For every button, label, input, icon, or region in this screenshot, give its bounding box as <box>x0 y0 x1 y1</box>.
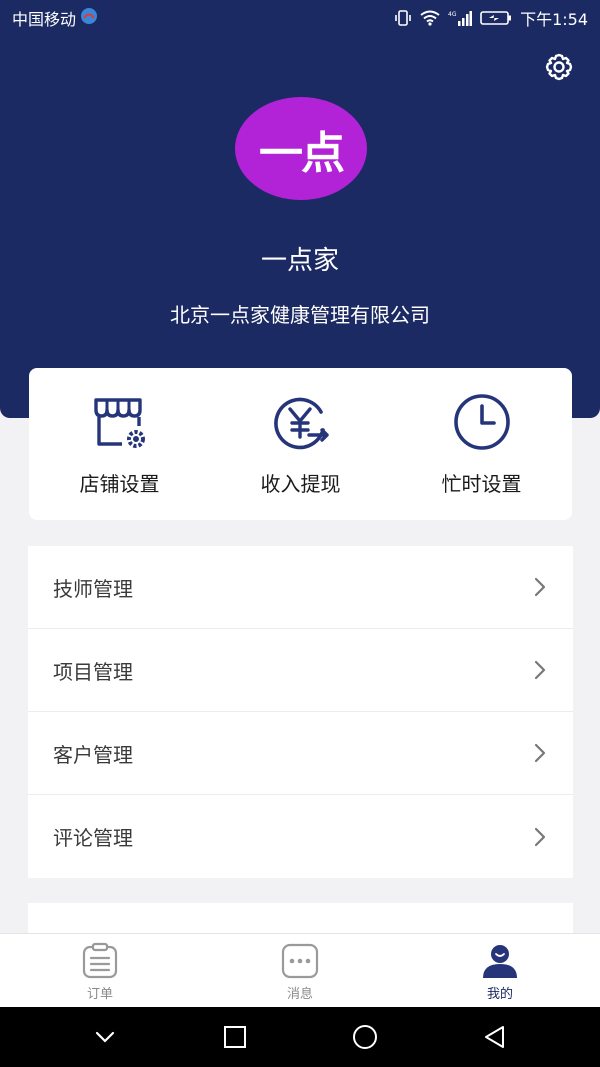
quick-action-label: 收入提现 <box>260 472 341 496</box>
company-name: 北京一点家健康管理有限公司 <box>170 303 430 327</box>
quick-action-label: 忙时设置 <box>441 472 522 496</box>
clock-icon <box>450 390 514 454</box>
home-circle-icon[interactable] <box>335 1007 395 1067</box>
chevron-right-icon <box>533 659 547 681</box>
store-settings-icon <box>88 390 152 454</box>
tab-me[interactable]: 我的 <box>400 934 600 1007</box>
chat-bubble-icon <box>281 942 319 980</box>
tab-label: 消息 <box>286 987 313 1002</box>
avatar[interactable]: 一点 <box>235 97 367 200</box>
battery-charging-icon <box>480 10 512 26</box>
collapse-chevron-icon[interactable] <box>75 1007 135 1067</box>
profile-header: 一点 一点家 北京一点家健康管理有限公司 <box>0 0 600 418</box>
tab-orders[interactable]: 订单 <box>0 934 200 1007</box>
back-triangle-icon[interactable] <box>465 1007 525 1067</box>
quick-action-label: 店铺设置 <box>79 472 160 496</box>
menu-item-label: 客户管理 <box>53 742 133 767</box>
yuan-withdraw-icon <box>269 390 333 454</box>
status-bar: 中国移动 4G 下午1:54 <box>0 0 600 36</box>
recents-square-icon[interactable] <box>205 1007 265 1067</box>
tab-label: 订单 <box>86 987 113 1002</box>
chevron-right-icon <box>533 742 547 764</box>
menu-item-review[interactable]: 评论管理 <box>28 795 573 878</box>
tab-label: 我的 <box>486 987 513 1002</box>
svg-text:4G: 4G <box>448 11 457 18</box>
menu-item-customer[interactable]: 客户管理 <box>28 712 573 795</box>
menu-item-label: 评论管理 <box>53 826 133 850</box>
quick-action-store-settings[interactable]: 店铺设置 <box>29 368 210 520</box>
management-menu: 技师管理 项目管理 客户管理 评论管理 <box>28 546 573 878</box>
bottom-tab-bar: 订单 消息 我的 <box>0 933 600 1007</box>
chevron-right-icon <box>533 576 547 598</box>
status-time: 下午1:54 <box>520 10 588 29</box>
menu-item-label: 项目管理 <box>53 659 133 684</box>
user-icon <box>481 942 519 980</box>
shop-name: 一点家 <box>260 246 339 276</box>
tab-messages[interactable]: 消息 <box>200 934 400 1007</box>
clipboard-icon <box>81 942 119 980</box>
menu-item-technician[interactable]: 技师管理 <box>28 546 573 629</box>
chevron-right-icon <box>533 826 547 848</box>
quick-action-busy-time[interactable]: 忙时设置 <box>391 368 572 520</box>
menu-item-label: 技师管理 <box>53 576 133 601</box>
wifi-icon <box>420 10 440 26</box>
system-navigation-bar <box>0 1007 600 1067</box>
carrier-name: 中国移动 <box>12 10 77 29</box>
quick-action-withdraw[interactable]: 收入提现 <box>210 368 391 520</box>
vibrate-icon <box>394 9 412 27</box>
gear-icon[interactable] <box>544 52 574 82</box>
avatar-logo-text: 一点 <box>259 127 345 179</box>
quick-actions-card: 店铺设置 收入提现 忙时设置 <box>29 368 572 520</box>
menu-item-project[interactable]: 项目管理 <box>28 629 573 712</box>
signal-4g-icon: 4G <box>448 10 473 26</box>
carrier-badge-icon <box>80 7 98 29</box>
